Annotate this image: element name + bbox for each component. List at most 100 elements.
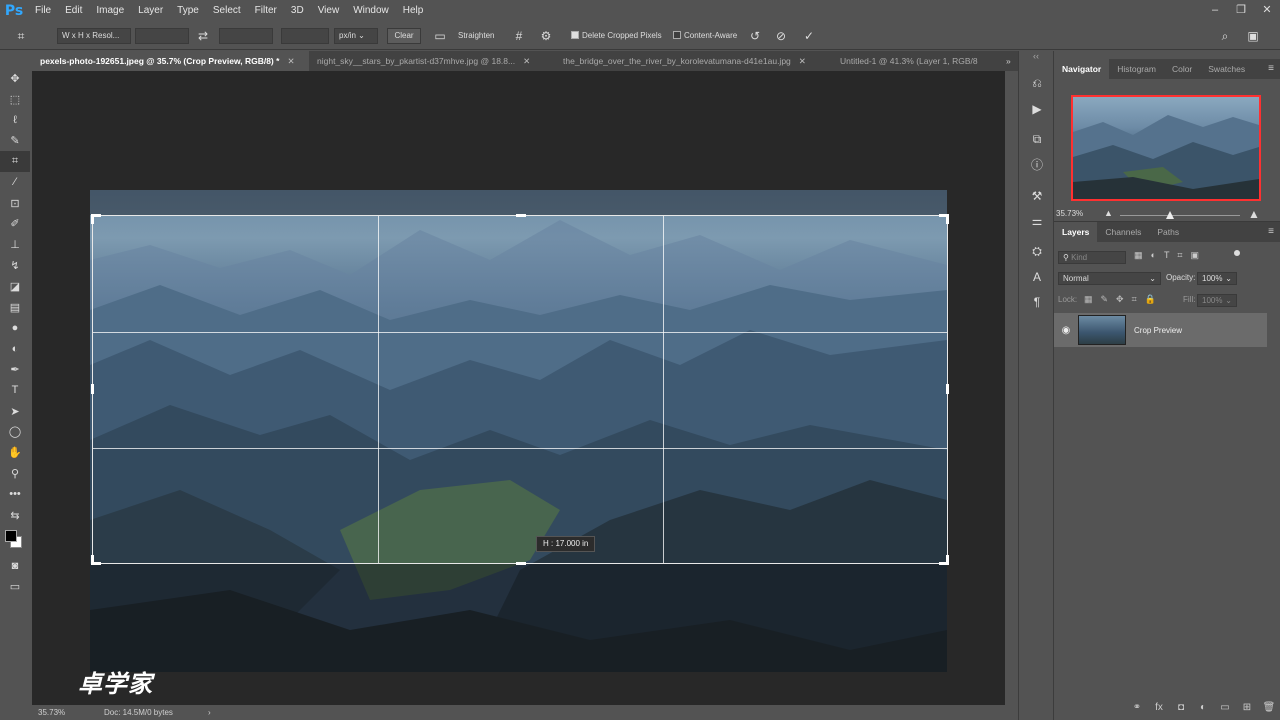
shape-tool-icon[interactable]: ◯ (0, 422, 30, 443)
panel-menu-icon[interactable]: ≡ (1268, 222, 1274, 242)
eyedropper-tool-icon[interactable]: ⁄ (0, 172, 30, 193)
quick-mask-icon[interactable]: ◙ (0, 556, 30, 577)
tab-document-1[interactable]: pexels-photo-192651.jpeg @ 35.7% (Crop P… (32, 51, 309, 71)
crop-handle-top-right[interactable] (946, 214, 949, 224)
layer-name[interactable]: Crop Preview (1134, 326, 1182, 335)
tab-layers[interactable]: Layers (1054, 222, 1098, 242)
zoom-tool-icon[interactable]: ⚲ (0, 463, 30, 484)
crop-handle-top[interactable] (516, 214, 526, 217)
tab-document-2[interactable]: night_sky__stars_by_pkartist-d37mhve.jpg… (309, 51, 555, 71)
menu-select[interactable]: Select (206, 0, 248, 22)
unit-select[interactable]: px/in ⌄ (334, 28, 378, 44)
delete-layer-icon[interactable]: 🗑 (1258, 702, 1280, 713)
fill-field[interactable]: 100% ⌄ (1197, 294, 1237, 307)
restore-icon[interactable]: ❐ (1228, 0, 1254, 22)
link-layers-icon[interactable]: ⚭ (1126, 702, 1148, 713)
tab-document-4[interactable]: Untitled-1 @ 41.3% (Layer 1, RGB/8 (832, 51, 1004, 71)
layer-kind-filter[interactable]: ⚲ Kind (1058, 251, 1126, 264)
add-mask-icon[interactable]: ◘ (1170, 702, 1192, 713)
clone-source-panel-icon[interactable]: ⛭ (1019, 239, 1055, 264)
path-select-tool-icon[interactable]: ➤ (0, 401, 30, 422)
workspace-icon[interactable]: ▣ (1244, 27, 1262, 45)
paragraph-panel-icon[interactable]: ¶ (1019, 289, 1055, 314)
move-tool-icon[interactable]: ✥ (0, 68, 30, 89)
navigator-thumbnail[interactable] (1071, 95, 1261, 201)
cancel-icon[interactable]: ⊘ (772, 27, 790, 45)
menu-edit[interactable]: Edit (58, 0, 89, 22)
tab-color[interactable]: Color (1164, 59, 1200, 79)
ratio-preset-select[interactable]: W x H x Resol... (57, 28, 131, 44)
zoom-out-icon[interactable]: ▲ (1104, 208, 1113, 218)
brush-panel-icon[interactable]: ⚒ (1019, 183, 1055, 208)
healing-brush-tool-icon[interactable]: ⊡ (0, 193, 30, 214)
crop-handle-bottom-right[interactable] (946, 555, 949, 565)
opacity-field[interactable]: 100% ⌄ (1197, 272, 1237, 285)
lasso-tool-icon[interactable]: ℓ (0, 110, 30, 131)
blend-mode-select[interactable]: Normal ⌄ (1058, 272, 1161, 285)
menu-type[interactable]: Type (170, 0, 206, 22)
width-field[interactable] (135, 28, 189, 44)
canvas-area[interactable]: H : 17.000 in (32, 71, 1005, 705)
clear-button[interactable]: Clear (387, 28, 421, 44)
blur-tool-icon[interactable]: ● (0, 318, 30, 339)
delete-cropped-checkbox[interactable]: Delete Cropped Pixels (571, 29, 662, 43)
minimize-icon[interactable]: – (1202, 0, 1228, 22)
pen-tool-icon[interactable]: ✒ (0, 359, 30, 380)
fx-icon[interactable]: fx (1148, 702, 1170, 713)
info-panel-icon[interactable]: ⓘ (1019, 152, 1055, 177)
filter-toggle-icon[interactable] (1234, 250, 1240, 256)
tab-histogram[interactable]: Histogram (1109, 59, 1164, 79)
new-layer-icon[interactable]: ⊞ (1236, 702, 1258, 713)
crop-handle-bottom[interactable] (516, 562, 526, 565)
more-tools-icon[interactable]: ••• (0, 484, 30, 505)
libraries-panel-icon[interactable]: ⧉ (1019, 127, 1055, 152)
marquee-tool-icon[interactable]: ⬚ (0, 89, 30, 110)
clone-stamp-tool-icon[interactable]: ⊥ (0, 234, 30, 255)
overlay-grid-icon[interactable]: # (510, 27, 528, 45)
menu-3d[interactable]: 3D (284, 0, 311, 22)
quick-select-tool-icon[interactable]: ✎ (0, 130, 30, 151)
menu-view[interactable]: View (311, 0, 347, 22)
close-tab-icon[interactable]: ✕ (287, 51, 294, 71)
status-zoom[interactable]: 35.73% (38, 705, 65, 720)
brush-tool-icon[interactable]: ✐ (0, 214, 30, 235)
eraser-tool-icon[interactable]: ◪ (0, 276, 30, 297)
zoom-slider-track[interactable] (1120, 215, 1240, 216)
search-icon[interactable]: ⌕ (1216, 27, 1234, 45)
crop-handle-left[interactable] (91, 384, 94, 394)
tab-swatches[interactable]: Swatches (1200, 59, 1253, 79)
crop-handle-bottom-left[interactable] (91, 555, 94, 565)
history-brush-tool-icon[interactable]: ↯ (0, 255, 30, 276)
close-icon[interactable]: ✕ (1254, 0, 1280, 22)
layer-row[interactable]: ◉ Crop Preview (1054, 313, 1267, 347)
menu-window[interactable]: Window (346, 0, 396, 22)
color-swatches[interactable] (0, 526, 30, 556)
tab-navigator[interactable]: Navigator (1054, 59, 1110, 79)
crop-tool-preset-icon[interactable]: ⌗ (12, 27, 30, 45)
close-tab-icon[interactable]: ✕ (799, 51, 806, 71)
navigator-zoom-value[interactable]: 35.73% (1056, 209, 1083, 218)
tab-document-3[interactable]: the_bridge_over_the_river_by_korolevatum… (555, 51, 832, 71)
reset-icon[interactable]: ↺ (746, 27, 764, 45)
layer-filter-icons[interactable]: ▦◐T⌗▣ (1134, 250, 1207, 261)
panel-menu-icon[interactable]: ≡ (1268, 59, 1274, 79)
screen-mode-icon[interactable]: ▭ (0, 576, 30, 597)
menu-help[interactable]: Help (396, 0, 431, 22)
swap-icon[interactable]: ⇄ (194, 27, 212, 45)
collapse-dock-icon[interactable]: ‹‹ (1019, 51, 1053, 71)
straighten-label[interactable]: Straighten (458, 29, 494, 43)
eye-icon[interactable]: ◉ (1054, 325, 1078, 336)
crop-handle-right[interactable] (946, 384, 949, 394)
adjustment-layer-icon[interactable]: ◐ (1192, 702, 1214, 713)
character-panel-icon[interactable]: A (1019, 264, 1055, 289)
zoom-in-icon[interactable]: ▲ (1248, 207, 1260, 221)
crop-box[interactable] (91, 214, 949, 565)
crop-handle-top-left[interactable] (91, 214, 94, 224)
history-panel-icon[interactable]: ⎌ (1019, 71, 1055, 96)
straighten-icon[interactable]: ▭ (431, 27, 449, 45)
lock-icons[interactable]: ▦✎✥⌗🔒 (1084, 294, 1164, 305)
hand-tool-icon[interactable]: ✋ (0, 442, 30, 463)
adjustments-panel-icon[interactable]: ⚌ (1019, 208, 1055, 233)
gear-icon[interactable]: ⚙ (537, 27, 555, 45)
menu-filter[interactable]: Filter (248, 0, 284, 22)
